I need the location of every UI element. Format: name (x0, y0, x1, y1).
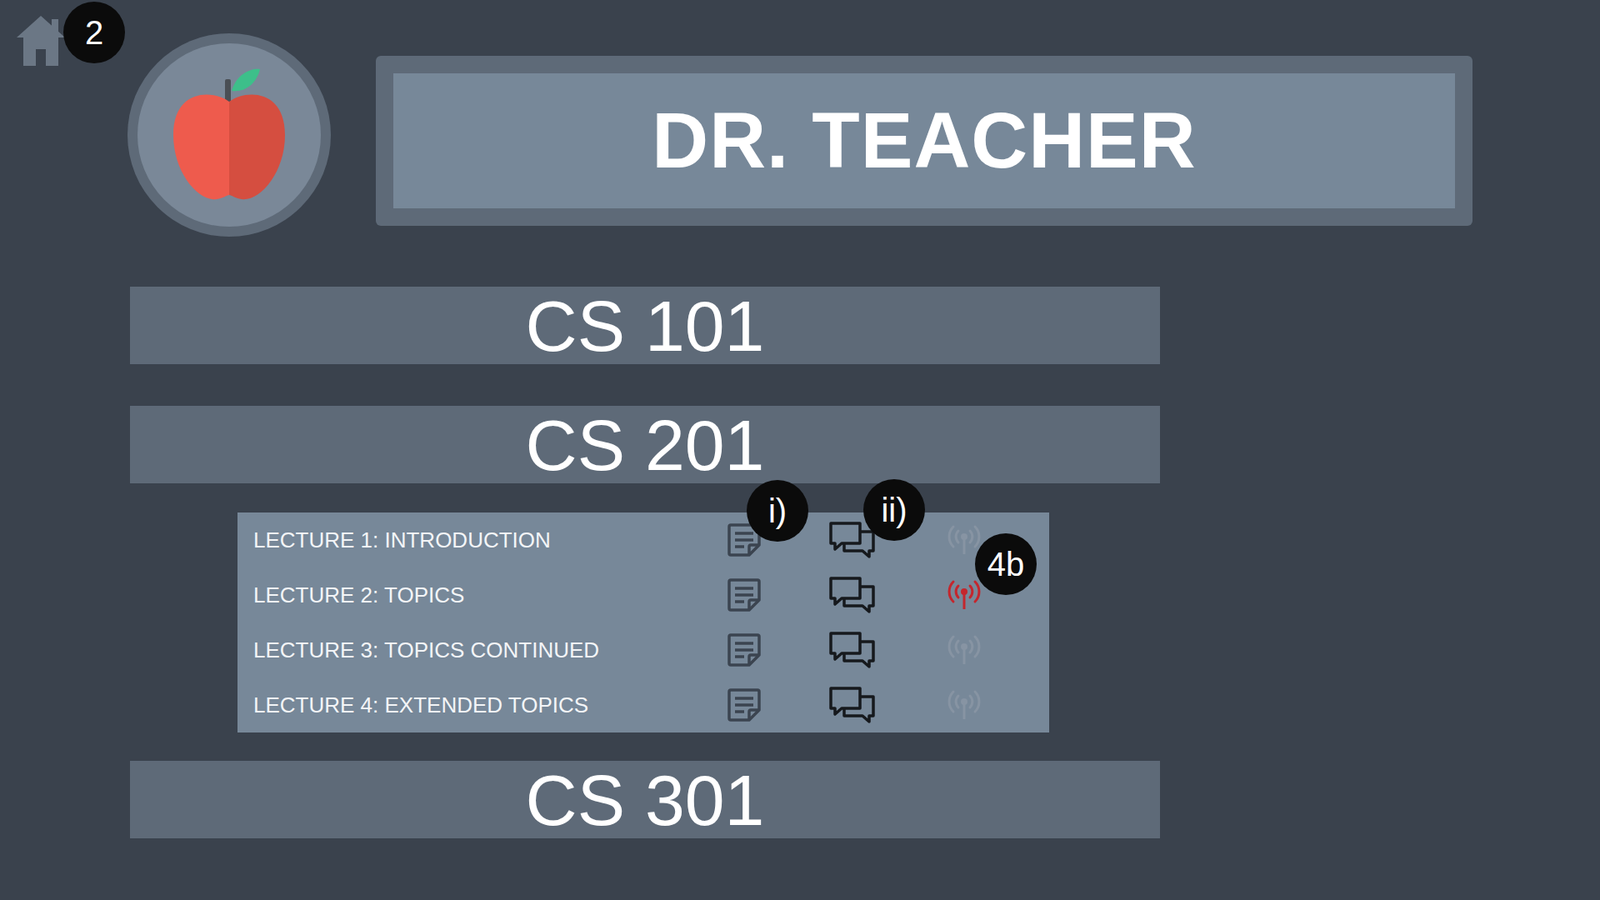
header: 2 DR. TEACHER (0, 0, 1600, 237)
discussion-icon[interactable] (828, 685, 876, 725)
lecture-title[interactable]: LECTURE 4: EXTENDED TOPICS (253, 689, 726, 722)
discussion-icon[interactable] (828, 575, 876, 615)
lecture-title[interactable]: LECTURE 1: INTRODUCTION (253, 524, 726, 557)
page-title: DR. TEACHER (651, 97, 1196, 184)
notes-icon[interactable] (725, 686, 763, 724)
home-icon[interactable]: 2 (15, 12, 67, 69)
lecture-row[interactable]: LECTURE 2: TOPICS 4b (253, 567, 1050, 623)
lecture-row[interactable]: LECTURE 4: EXTENDED TOPICS (253, 677, 1050, 733)
annotation-badge: ii) (863, 479, 925, 541)
lecture-panel: LECTURE 1: INTRODUCTIONi) ii) LECTURE 2: T… (237, 512, 1050, 733)
course-bar[interactable]: CS 101 (130, 286, 1160, 365)
course-bar[interactable]: CS 301 (130, 760, 1160, 839)
notes-icon[interactable] (725, 631, 763, 669)
avatar (127, 33, 331, 237)
course-name: CS 101 (525, 290, 765, 362)
lecture-row[interactable]: LECTURE 1: INTRODUCTIONi) ii) (253, 512, 1050, 568)
course-bar[interactable]: CS 201 (130, 405, 1160, 484)
lecture-title[interactable]: LECTURE 2: TOPICS (253, 579, 726, 612)
discussion-icon[interactable]: ii) (828, 520, 876, 560)
annotation-badge: i) (746, 480, 809, 542)
lecture-title[interactable]: LECTURE 3: TOPICS CONTINUED (253, 634, 726, 667)
course-name: CS 301 (525, 764, 765, 836)
broadcast-icon[interactable] (946, 634, 982, 666)
broadcast-icon[interactable] (946, 689, 982, 721)
annotation-badge: 4b (975, 533, 1037, 595)
notes-icon[interactable]: i) (725, 521, 763, 559)
title-box: DR. TEACHER (375, 55, 1473, 226)
broadcast-icon[interactable]: 4b (946, 579, 982, 611)
apple-logo-icon (166, 64, 292, 206)
course-list: CS 101CS 201LECTURE 1: INTRODUCTIONi)ii)… (130, 286, 1160, 839)
course-name: CS 201 (525, 409, 765, 481)
broadcast-icon[interactable] (946, 524, 982, 556)
annotation-badge: 2 (63, 1, 125, 64)
notes-icon[interactable] (725, 576, 763, 614)
lecture-row[interactable]: LECTURE 3: TOPICS CONTINUED (253, 622, 1050, 678)
discussion-icon[interactable] (828, 630, 876, 670)
